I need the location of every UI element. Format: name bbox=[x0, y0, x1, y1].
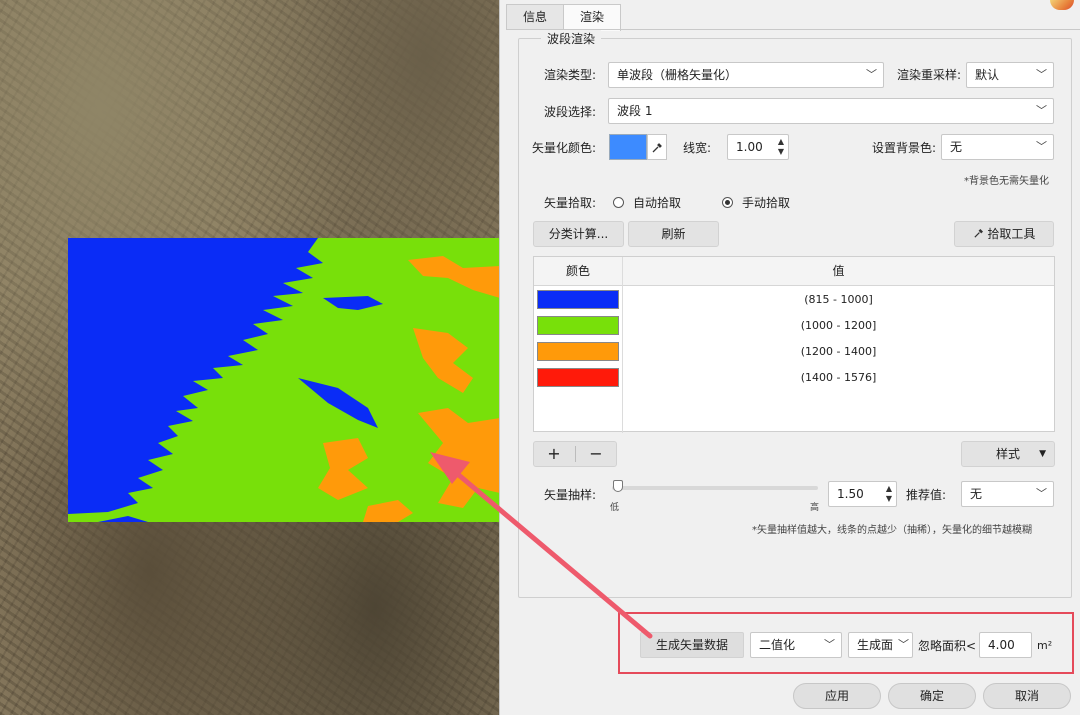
value-table[interactable]: 颜色 值 (815 - 1000] (1000 - 1200] (1200 - … bbox=[533, 256, 1055, 433]
render-type-value: 单波段（栅格矢量化） bbox=[617, 68, 738, 82]
manual-pick-label[interactable]: 手动拾取 bbox=[742, 195, 790, 211]
column-header-value[interactable]: 值 bbox=[623, 257, 1054, 286]
tab-info[interactable]: 信息 bbox=[506, 4, 565, 30]
chevron-down-icon: ﹀ bbox=[1036, 68, 1047, 81]
background-select[interactable]: 无 ﹀ bbox=[941, 134, 1054, 160]
button-separator bbox=[575, 446, 576, 462]
group-title: 波段渲染 bbox=[541, 30, 602, 47]
eyedropper-icon[interactable] bbox=[647, 134, 667, 160]
map-view[interactable] bbox=[0, 0, 500, 715]
eyedropper-icon bbox=[973, 227, 988, 241]
classify-button[interactable]: 分类计算... bbox=[533, 221, 624, 247]
ok-button[interactable]: 确定 bbox=[888, 683, 976, 709]
line-width-label: 线宽: bbox=[683, 141, 712, 155]
range-value: (1000 - 1200] bbox=[800, 319, 877, 332]
auto-pick-label[interactable]: 自动拾取 bbox=[633, 195, 681, 211]
slider-low-label: 低 bbox=[610, 503, 620, 513]
color-swatch[interactable] bbox=[537, 290, 619, 309]
caret-down-icon: ▼ bbox=[1039, 449, 1046, 459]
background-note: *背景色无需矢量化 bbox=[964, 176, 1049, 187]
recommend-value: 无 bbox=[970, 487, 983, 501]
vector-color-swatch[interactable] bbox=[609, 134, 647, 160]
recommend-label: 推荐值: bbox=[906, 488, 947, 502]
pick-tool-button[interactable]: 拾取工具 bbox=[954, 221, 1054, 247]
chevron-down-icon: ﹀ bbox=[1036, 104, 1047, 117]
refresh-button[interactable]: 刷新 bbox=[628, 221, 719, 247]
slider-high-label: 高 bbox=[810, 503, 820, 513]
tab-render[interactable]: 渲染 bbox=[563, 4, 622, 31]
sampling-spinbox[interactable]: 1.50 ▲ ▼ bbox=[828, 481, 897, 507]
table-row[interactable]: (1200 - 1400] bbox=[534, 339, 1054, 365]
table-row[interactable]: (1000 - 1200] bbox=[534, 313, 1054, 339]
resample-value: 默认 bbox=[975, 68, 1000, 82]
add-row-button[interactable]: + bbox=[536, 443, 572, 465]
sampling-slider-thumb[interactable] bbox=[613, 480, 623, 492]
manual-pick-radio[interactable] bbox=[722, 197, 733, 208]
color-swatch[interactable] bbox=[537, 368, 619, 387]
auto-pick-radio[interactable] bbox=[613, 197, 624, 208]
vectorized-raster-preview bbox=[68, 238, 500, 522]
cancel-button[interactable]: 取消 bbox=[983, 683, 1071, 709]
resample-select[interactable]: 默认 ﹀ bbox=[966, 62, 1054, 88]
chevron-down-icon: ﹀ bbox=[1036, 140, 1047, 153]
column-header-color[interactable]: 颜色 bbox=[534, 257, 622, 286]
sampling-note: *矢量抽样值越大，线条的点越少（抽稀），矢量化的细节越模糊 bbox=[752, 525, 1032, 536]
range-value: (1200 - 1400] bbox=[800, 345, 877, 358]
range-value: (815 - 1000] bbox=[804, 293, 873, 306]
highlight-box bbox=[618, 612, 1074, 674]
spin-arrows-icon[interactable]: ▲ ▼ bbox=[778, 137, 784, 157]
table-row[interactable]: (1400 - 1576] bbox=[534, 365, 1054, 391]
band-value: 波段 1 bbox=[617, 104, 653, 118]
band-label: 波段选择: bbox=[544, 105, 597, 119]
render-type-select[interactable]: 单波段（栅格矢量化） ﹀ bbox=[608, 62, 884, 88]
background-value: 无 bbox=[950, 140, 963, 154]
app-badge-icon bbox=[1050, 0, 1074, 10]
resample-label: 渲染重采样: bbox=[897, 68, 962, 82]
spin-arrows-icon[interactable]: ▲ ▼ bbox=[886, 484, 892, 504]
style-dropdown-button[interactable]: 样式 ▼ bbox=[961, 441, 1055, 467]
range-value: (1400 - 1576] bbox=[800, 371, 877, 384]
vector-color-label: 矢量化颜色: bbox=[532, 141, 597, 155]
table-row[interactable]: (815 - 1000] bbox=[534, 287, 1054, 313]
apply-button[interactable]: 应用 bbox=[793, 683, 881, 709]
recommend-select[interactable]: 无 ﹀ bbox=[961, 481, 1054, 507]
color-swatch[interactable] bbox=[537, 316, 619, 335]
line-width-value: 1.00 bbox=[736, 140, 763, 154]
table-header: 颜色 值 bbox=[534, 257, 1054, 286]
sampling-slider-track[interactable] bbox=[612, 486, 818, 490]
remove-row-button[interactable]: − bbox=[578, 443, 614, 465]
render-type-label: 渲染类型: bbox=[544, 68, 597, 82]
background-label: 设置背景色: bbox=[872, 141, 937, 155]
line-width-spinbox[interactable]: 1.00 ▲ ▼ bbox=[727, 134, 789, 160]
style-label: 样式 bbox=[995, 447, 1020, 461]
chevron-down-icon: ﹀ bbox=[1036, 487, 1047, 500]
chevron-down-icon: ﹀ bbox=[866, 68, 877, 81]
sampling-value: 1.50 bbox=[837, 487, 864, 501]
band-select[interactable]: 波段 1 ﹀ bbox=[608, 98, 1054, 124]
pick-tool-label: 拾取工具 bbox=[987, 227, 1036, 241]
tab-bar: 信息 渲染 bbox=[506, 4, 622, 31]
sampling-label: 矢量抽样: bbox=[544, 488, 597, 502]
color-swatch[interactable] bbox=[537, 342, 619, 361]
pick-label: 矢量拾取: bbox=[544, 196, 597, 210]
